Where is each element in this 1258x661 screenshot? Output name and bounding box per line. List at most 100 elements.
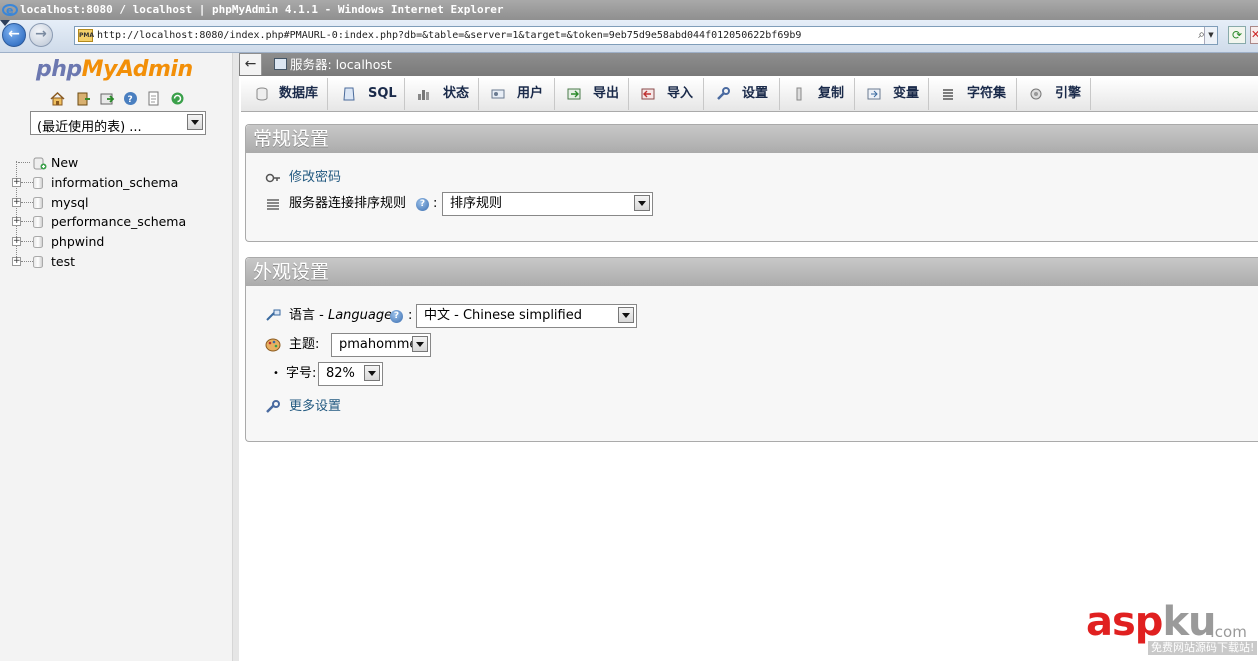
chevron-down-icon [364, 365, 380, 381]
appearance-settings-title: 外观设置 [246, 258, 1258, 286]
more-settings-link[interactable]: 更多设置 [289, 396, 341, 418]
theme-label: 主题: [289, 337, 320, 352]
font-size-row: • 字号: [273, 363, 323, 385]
pma-favicon-icon: PMA [78, 29, 94, 42]
font-size-select[interactable]: 82% [318, 362, 383, 386]
url-field[interactable]: PMA http://localhost:8080/index.php#PMAU… [74, 26, 1218, 45]
help-icon[interactable]: ? [123, 91, 138, 106]
main-content: ← 服务器: localhost 数据库 SQL 状态 用户 导出 导入 设置 … [239, 53, 1258, 661]
users-icon [491, 87, 505, 101]
docs-icon[interactable] [146, 91, 161, 106]
font-size-label: 字号: [286, 366, 317, 381]
forward-button[interactable]: → [29, 23, 53, 47]
variables-icon [867, 87, 881, 101]
tab-databases[interactable]: 数据库 [241, 78, 328, 110]
tree-item-label[interactable]: performance_schema [51, 213, 186, 231]
navigation-resizer[interactable] [232, 53, 239, 661]
server-breadcrumb-bar: ← 服务器: localhost [239, 53, 1258, 76]
phpmyadmin-logo[interactable]: phpMyAdmin [36, 57, 193, 82]
expand-icon[interactable]: + [12, 198, 21, 207]
tree-item-label[interactable]: phpwind [51, 233, 104, 251]
expand-icon[interactable]: + [12, 237, 21, 246]
collation-colon: : [433, 196, 438, 211]
theme-row: 主题: [265, 334, 335, 356]
language-colon: : [408, 308, 413, 323]
refresh-button[interactable]: ⟳ [1228, 26, 1246, 44]
svg-text:e: e [6, 4, 13, 17]
change-password-link[interactable]: 修改密码 [289, 167, 341, 189]
tree-connector [21, 202, 33, 203]
stop-button[interactable]: ✕ [1250, 26, 1258, 44]
database-icon [33, 236, 43, 248]
database-icon [255, 87, 269, 101]
collation-select[interactable]: 排序规则 [442, 192, 653, 216]
database-icon [33, 177, 43, 189]
tab-export[interactable]: 导出 [555, 78, 629, 110]
replication-icon [792, 87, 806, 101]
chevron-down-icon [618, 307, 634, 323]
list-icon [265, 197, 281, 211]
general-settings-title: 常规设置 [246, 125, 1258, 153]
url-text: http://localhost:8080/index.php#PMAURL-0… [97, 30, 802, 41]
expand-icon[interactable]: + [12, 257, 21, 266]
watermark-domain: .com [1210, 623, 1247, 641]
tab-import[interactable]: 导入 [629, 78, 704, 110]
status-icon [417, 87, 431, 101]
tree-connector [21, 261, 33, 262]
chevron-down-icon [634, 195, 650, 211]
general-settings-panel: 常规设置 修改密码 服务器连接排序规则 ? : 排序规则 [245, 124, 1258, 242]
database-icon [33, 216, 43, 228]
export-icon [567, 87, 581, 101]
tree-item-label[interactable]: information_schema [51, 174, 178, 192]
import-icon [641, 87, 655, 101]
database-icon [33, 256, 43, 268]
language-select[interactable]: 中文 - Chinese simplified [416, 304, 637, 328]
sql-icon [342, 87, 356, 101]
expand-icon[interactable]: + [12, 178, 21, 187]
database-icon [33, 197, 43, 209]
collation-label: 服务器连接排序规则 [289, 196, 407, 211]
url-dropdown-button[interactable]: ▼ [1204, 27, 1217, 44]
tree-item-label[interactable]: New [51, 154, 78, 172]
back-button[interactable]: ← [2, 23, 26, 47]
tab-status[interactable]: 状态 [405, 78, 479, 110]
palette-icon [265, 338, 281, 352]
tab-charset[interactable]: 字符集 [929, 78, 1017, 110]
window-title: localhost:8080 / localhost | phpMyAdmin … [20, 3, 504, 16]
tab-replication[interactable]: 复制 [780, 78, 855, 110]
server-tabs: 数据库 SQL 状态 用户 导出 导入 设置 复制 变量 字符集 引擎 [241, 78, 1258, 112]
chevron-down-icon [412, 336, 428, 352]
query-window-icon[interactable] [100, 91, 115, 106]
wrench-icon [265, 400, 281, 414]
theme-select[interactable]: pmahomme [331, 333, 431, 357]
engines-icon [1029, 87, 1043, 101]
tree-item-label[interactable]: test [51, 253, 75, 271]
chevron-down-icon [187, 114, 203, 130]
tab-engines[interactable]: 引擎 [1017, 78, 1091, 110]
ie-logo-icon: e [2, 3, 18, 17]
tree-connector [21, 241, 33, 242]
new-database-icon [33, 156, 47, 175]
language-row: 语言 - Language ? : [265, 305, 425, 327]
help-icon[interactable]: ? [390, 310, 403, 323]
watermark-logo: aspku .com 免费网站源码下载站! [1086, 599, 1258, 661]
home-icon[interactable] [50, 91, 65, 106]
tab-variables[interactable]: 变量 [855, 78, 929, 110]
recent-tables-select[interactable]: (最近使用的表) ... [30, 111, 206, 135]
tree-connector [21, 182, 33, 183]
tab-settings[interactable]: 设置 [704, 78, 780, 110]
language-icon [265, 309, 281, 323]
wrench-icon [716, 87, 730, 101]
help-icon[interactable]: ? [416, 198, 429, 211]
tab-users[interactable]: 用户 [479, 78, 555, 110]
reload-icon[interactable] [170, 91, 185, 106]
collapse-navigation-button[interactable]: ← [240, 54, 262, 75]
watermark-text: aspku [1086, 599, 1217, 645]
exit-icon[interactable] [76, 91, 91, 106]
tab-sql[interactable]: SQL [328, 78, 405, 110]
expand-icon[interactable]: + [12, 217, 21, 226]
tree-item-label[interactable]: mysql [51, 194, 89, 212]
server-breadcrumb[interactable]: 服务器: localhost [290, 56, 392, 73]
svg-text:?: ? [128, 95, 133, 105]
more-settings-row: 更多设置 [265, 396, 365, 418]
